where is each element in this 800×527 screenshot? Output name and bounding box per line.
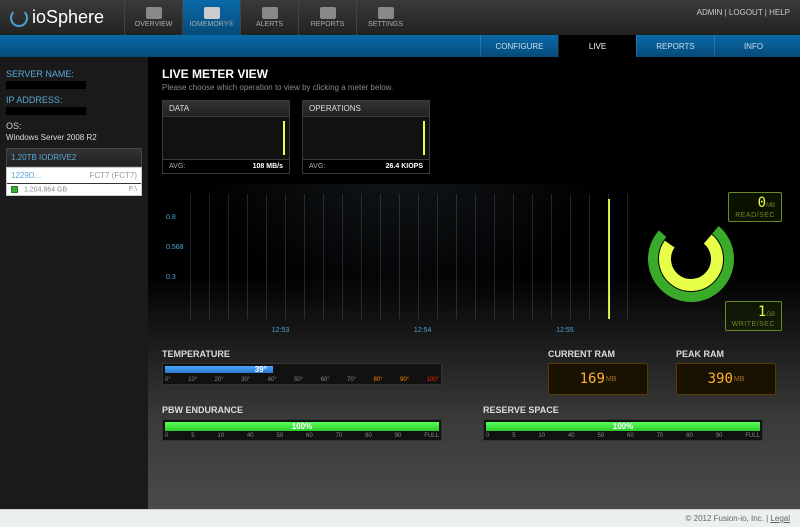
overview-icon bbox=[146, 7, 162, 19]
reserve-block: RESERVE SPACE 100% 0510405060708090FULL bbox=[483, 405, 786, 441]
tile-ops-title: OPERATIONS bbox=[303, 101, 429, 117]
write-badge: 1GB WRITE/SEC bbox=[725, 301, 782, 331]
device-detail: 1,204.864 GB F:\ bbox=[7, 184, 141, 195]
tile-data-spark bbox=[163, 117, 289, 159]
os-value: Windows Server 2008 R2 bbox=[6, 133, 142, 142]
peak-ram-block: PEAK RAM 390MB bbox=[676, 349, 786, 395]
help-link[interactable]: HELP bbox=[769, 8, 790, 17]
status-icon bbox=[11, 186, 18, 193]
nav-alerts[interactable]: ALERTS bbox=[240, 0, 298, 35]
view-title: LIVE METER VIEW bbox=[162, 67, 786, 81]
timeline-chart[interactable]: 0.8 0.568 0.3 12:53 12:54 12:55 bbox=[162, 184, 636, 339]
ip-value bbox=[6, 107, 86, 115]
tile-ops-spark bbox=[303, 117, 429, 159]
stat-blocks: TEMPERATURE 39° 0°10°20°30°40°50°60°70°8… bbox=[162, 349, 786, 395]
reserve-bar: 100% 0510405060708090FULL bbox=[483, 419, 763, 441]
device-drive: F:\ bbox=[129, 186, 137, 193]
nav-reports[interactable]: REPORTS bbox=[298, 0, 356, 35]
os-label: OS: bbox=[6, 121, 142, 131]
tile-data-title: DATA bbox=[163, 101, 289, 117]
content: LIVE METER VIEW Please choose which oper… bbox=[148, 57, 800, 509]
footer: © 2012 Fusion-io, Inc. | Legal bbox=[0, 509, 800, 527]
device-row[interactable]: 1229D... FCT7 (FCT7) bbox=[7, 168, 141, 184]
topbar: ioSphere OVERVIEW IOMEMORY® ALERTS REPOR… bbox=[0, 0, 800, 35]
temperature-bar: 39° 0°10°20°30°40°50°60°70°80°90°100° bbox=[162, 363, 442, 385]
current-ram-block: CURRENT RAM 169MB bbox=[548, 349, 658, 395]
device-size: 1,204.864 GB bbox=[24, 186, 67, 193]
legal-link[interactable]: Legal bbox=[770, 514, 790, 523]
subtab-reports[interactable]: REPORTS bbox=[636, 35, 714, 57]
alerts-icon bbox=[262, 7, 278, 19]
logout-link[interactable]: LOGOUT bbox=[729, 8, 763, 17]
tile-data[interactable]: DATA AVG:108 MB/s bbox=[162, 100, 290, 174]
pbw-block: PBW ENDURANCE 100% 0510405060708090FULL bbox=[162, 405, 465, 441]
stat-blocks-2: PBW ENDURANCE 100% 0510405060708090FULL … bbox=[162, 405, 786, 441]
temperature-block: TEMPERATURE 39° 0°10°20°30°40°50°60°70°8… bbox=[162, 349, 530, 395]
nav-overview[interactable]: OVERVIEW bbox=[124, 0, 182, 35]
server-name-label: SERVER NAME: bbox=[6, 69, 142, 79]
tile-ops[interactable]: OPERATIONS AVG:26.4 KIOPS bbox=[302, 100, 430, 174]
gauge-donut-icon bbox=[641, 209, 741, 309]
reports-icon bbox=[320, 7, 336, 19]
nav-iomemory[interactable]: IOMEMORY® bbox=[182, 0, 240, 35]
subtab-configure[interactable]: CONFIGURE bbox=[480, 35, 558, 57]
ip-label: IP ADDRESS: bbox=[6, 95, 142, 105]
main: SERVER NAME: IP ADDRESS: OS: Windows Ser… bbox=[0, 57, 800, 509]
gauge: 0MB READ/SEC 1GB WRITE/SEC bbox=[636, 184, 786, 339]
settings-icon bbox=[378, 7, 394, 19]
subtab-info[interactable]: INFO bbox=[714, 35, 792, 57]
admin-link[interactable]: ADMIN bbox=[697, 8, 723, 17]
nav-settings[interactable]: SETTINGS bbox=[356, 0, 414, 35]
subtab-live[interactable]: LIVE bbox=[558, 35, 636, 57]
tiles: DATA AVG:108 MB/s OPERATIONS AVG:26.4 KI… bbox=[162, 100, 786, 174]
sub-tabs: CONFIGURE LIVE REPORTS INFO bbox=[0, 35, 800, 57]
device-id: 1229D... bbox=[11, 171, 41, 180]
iomemory-icon bbox=[204, 7, 220, 19]
brand-text: ioSphere bbox=[32, 7, 104, 28]
device-fct: FCT7 (FCT7) bbox=[89, 171, 137, 180]
view-subtitle: Please choose which operation to view by… bbox=[162, 83, 786, 92]
sidebar: SERVER NAME: IP ADDRESS: OS: Windows Ser… bbox=[0, 57, 148, 509]
main-nav: OVERVIEW IOMEMORY® ALERTS REPORTS SETTIN… bbox=[124, 0, 414, 35]
top-links: ADMIN | LOGOUT | HELP bbox=[697, 8, 790, 17]
copyright: © 2012 Fusion-io, Inc. bbox=[686, 514, 764, 523]
read-badge: 0MB READ/SEC bbox=[728, 192, 782, 222]
pbw-bar: 100% 0510405060708090FULL bbox=[162, 419, 442, 441]
device-header[interactable]: 1.20TB IODRIVE2 bbox=[6, 148, 142, 167]
temperature-scale: 0°10°20°30°40°50°60°70°80°90°100° bbox=[165, 377, 439, 383]
peak-ram-value: 390MB bbox=[676, 363, 776, 395]
meter-area: 0.8 0.568 0.3 12:53 12:54 12:55 0MB READ… bbox=[162, 184, 786, 339]
logo-icon bbox=[10, 9, 28, 27]
logo: ioSphere bbox=[10, 7, 104, 28]
current-ram-value: 169MB bbox=[548, 363, 648, 395]
server-name-value bbox=[6, 81, 86, 89]
